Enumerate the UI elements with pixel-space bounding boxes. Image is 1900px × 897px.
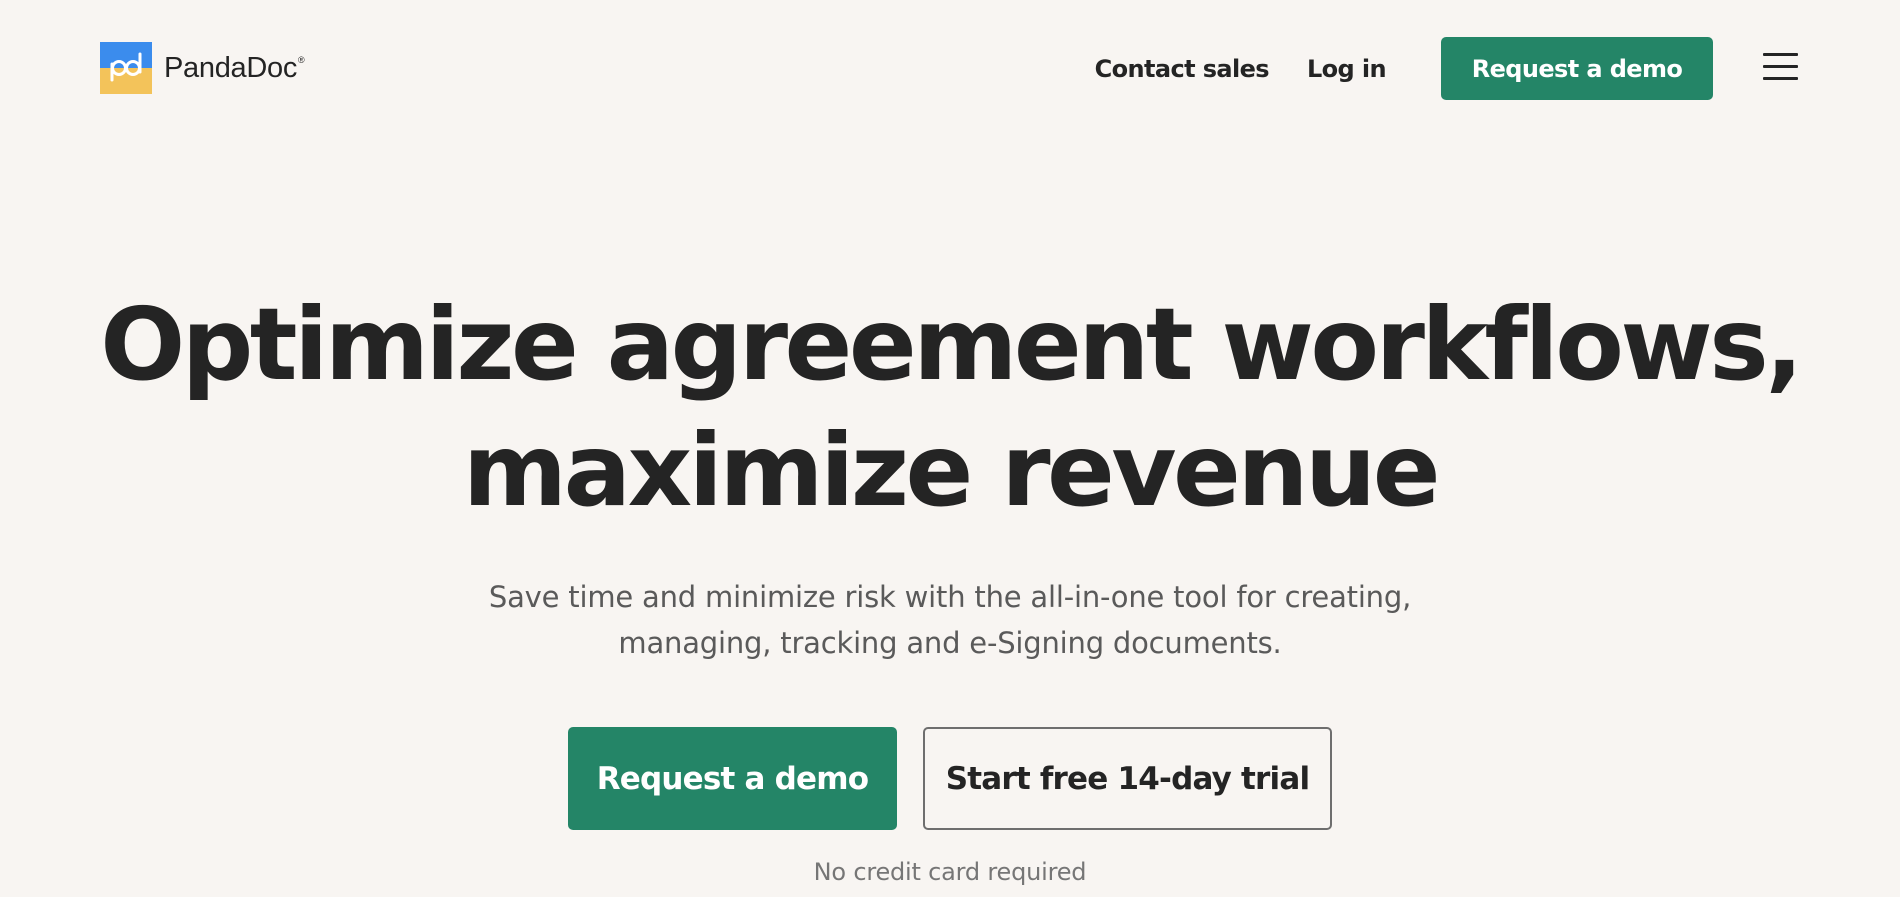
- hero-subtitle-line-2: managing, tracking and e-Signing documen…: [618, 626, 1282, 660]
- pandadoc-logo[interactable]: PandaDoc®: [100, 42, 305, 94]
- start-free-trial-button[interactable]: Start free 14-day trial: [923, 727, 1332, 830]
- menu-bar-middle: [1763, 65, 1798, 68]
- hero-subtitle: Save time and minimize risk with the all…: [0, 574, 1900, 666]
- hamburger-menu-icon[interactable]: [1762, 53, 1800, 83]
- log-in-link[interactable]: Log in: [1307, 55, 1387, 83]
- logo-wordmark-text: PandaDoc: [164, 51, 298, 84]
- header-request-demo-button[interactable]: Request a demo: [1441, 37, 1713, 100]
- registered-mark: ®: [298, 54, 305, 65]
- menu-bar-top: [1763, 53, 1798, 56]
- logo-wordmark: PandaDoc®: [164, 51, 305, 85]
- hero-subtitle-line-1: Save time and minimize risk with the all…: [488, 580, 1412, 614]
- menu-bar-bottom: [1763, 77, 1798, 80]
- hero-title-line-1: Optimize agreement workflows,: [100, 286, 1803, 403]
- request-demo-button[interactable]: Request a demo: [568, 727, 897, 830]
- contact-sales-link[interactable]: Contact sales: [1095, 55, 1270, 83]
- pandadoc-logo-icon: [100, 42, 152, 94]
- hero-title-line-2: maximize revenue: [462, 412, 1441, 529]
- site-header: PandaDoc® Contact sales Log in Request a…: [0, 0, 1900, 140]
- hero-title: Optimize agreement workflows, maximize r…: [0, 282, 1900, 534]
- no-credit-card-note: No credit card required: [813, 858, 1087, 886]
